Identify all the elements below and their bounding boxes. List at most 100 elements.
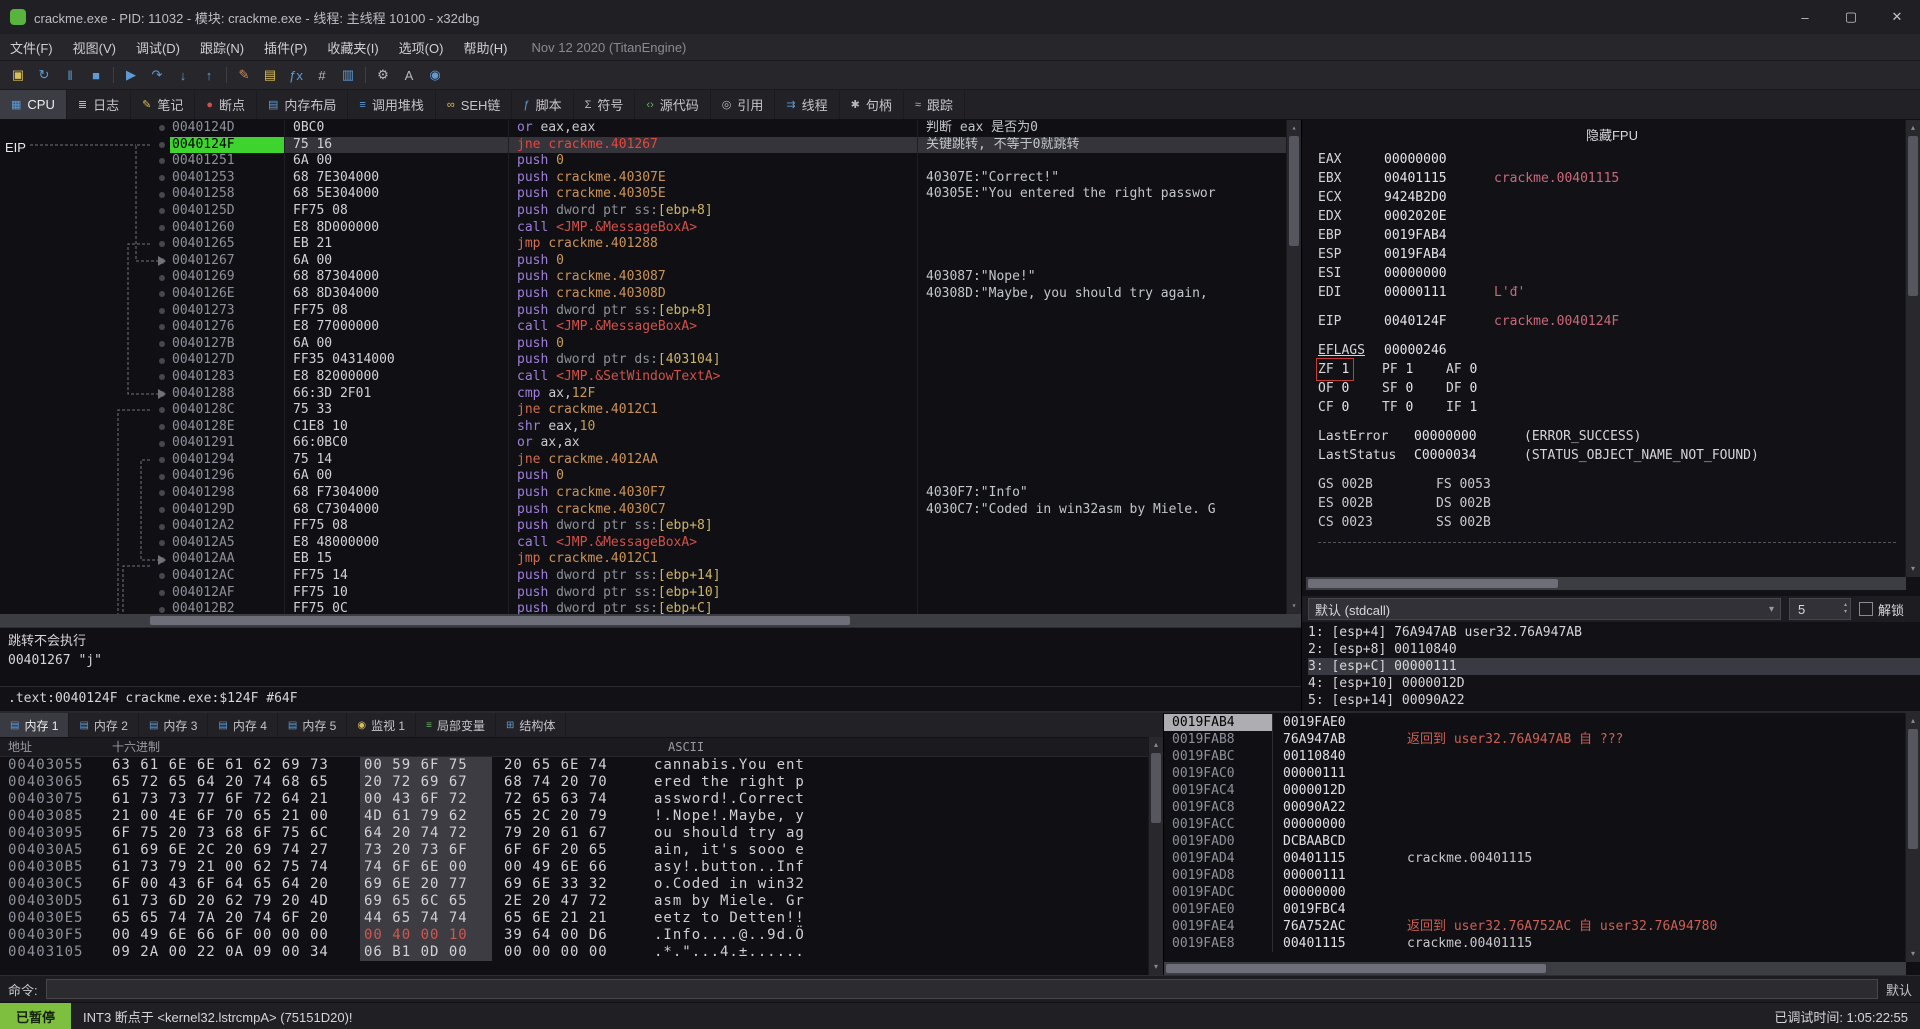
breakpoint-dot-icon[interactable] bbox=[159, 125, 165, 131]
menu-help[interactable]: 帮助(H) bbox=[453, 34, 517, 60]
breakpoint-gutter[interactable] bbox=[0, 170, 170, 187]
breakpoint-dot-icon[interactable] bbox=[159, 341, 165, 347]
menu-plugins[interactable]: 插件(P) bbox=[254, 34, 317, 60]
breakpoint-gutter[interactable] bbox=[0, 568, 170, 585]
breakpoint-dot-icon[interactable] bbox=[159, 192, 165, 198]
breakpoint-dot-icon[interactable] bbox=[159, 457, 165, 463]
hex-dump-row[interactable]: 004030E5 65 65 74 7A 20 74 6F 20 44 65 7… bbox=[0, 910, 1163, 927]
tab-memory-1[interactable]: ▤内存 1 bbox=[0, 713, 69, 737]
stack-row[interactable]: 0019FAC8 00090A22 bbox=[1164, 799, 1920, 816]
tab-symbols[interactable]: Σ符号 bbox=[574, 90, 636, 119]
cpu-flag[interactable]: AF 0 bbox=[1446, 360, 1510, 379]
breakpoint-gutter[interactable] bbox=[0, 269, 170, 286]
breakpoint-dot-icon[interactable] bbox=[159, 324, 165, 330]
scroll-down-icon[interactable]: ▾ bbox=[1906, 563, 1920, 575]
stack-row[interactable]: 0019FAB8 76A947AB 返回到 user32.76A947AB 自 … bbox=[1164, 731, 1920, 748]
arg-count-spinner[interactable]: 5 ▴▾ bbox=[1789, 598, 1851, 620]
disasm-row[interactable]: 00401291 66:0BC0 or ax,ax bbox=[0, 435, 1301, 452]
register-row[interactable]: EDX 0002020E bbox=[1318, 207, 1906, 226]
disasm-row[interactable]: 00401267 6A 00 push 0 bbox=[0, 253, 1301, 270]
scroll-down-icon[interactable]: ▾ bbox=[1149, 961, 1163, 973]
registers-vscrollbar[interactable]: ▴ ▾ bbox=[1905, 120, 1920, 577]
cpu-flag[interactable]: DF 0 bbox=[1446, 379, 1510, 398]
open-file-icon[interactable]: ▣ bbox=[6, 64, 30, 86]
disasm-row[interactable]: 0040127B 6A 00 push 0 bbox=[0, 336, 1301, 353]
register-row[interactable]: EDI 00000111 L'đ' bbox=[1318, 283, 1906, 302]
disasm-row[interactable]: 0040127D FF35 04314000 push dword ptr ds… bbox=[0, 352, 1301, 369]
tab-memory-5[interactable]: ▤内存 5 bbox=[278, 713, 347, 737]
tab-call-stack[interactable]: ≡调用堆栈 bbox=[348, 90, 435, 119]
registers-hscrollbar[interactable] bbox=[1306, 577, 1906, 590]
breakpoint-dot-icon[interactable] bbox=[159, 573, 165, 579]
scrollbar-thumb[interactable] bbox=[1908, 136, 1918, 296]
breakpoint-dot-icon[interactable] bbox=[159, 175, 165, 181]
disasm-row[interactable]: 004012A5 E8 48000000 call <JMP.&MessageB… bbox=[0, 535, 1301, 552]
breakpoint-gutter[interactable] bbox=[0, 220, 170, 237]
disasm-row[interactable]: 00401298 68 F7304000 push crackme.4030F7… bbox=[0, 485, 1301, 502]
scrollbar-thumb[interactable] bbox=[1308, 579, 1558, 588]
cpu-flag[interactable]: TF 0 bbox=[1382, 398, 1446, 417]
disasm-row[interactable]: 00401265 EB 21 jmp crackme.401288 bbox=[0, 236, 1301, 253]
stack-row[interactable]: 0019FAC0 00000111 bbox=[1164, 765, 1920, 782]
breakpoint-gutter[interactable] bbox=[0, 153, 170, 170]
breakpoint-dot-icon[interactable] bbox=[159, 490, 165, 496]
breakpoint-dot-icon[interactable] bbox=[159, 424, 165, 430]
disasm-row[interactable]: 00401283 E8 82000000 call <JMP.&SetWindo… bbox=[0, 369, 1301, 386]
disasm-row[interactable]: 00401258 68 5E304000 push crackme.40305E… bbox=[0, 186, 1301, 203]
scrollbar-thumb[interactable] bbox=[1289, 136, 1299, 246]
segment-register[interactable]: FS 0053 bbox=[1436, 475, 1554, 494]
hash-icon[interactable]: # bbox=[310, 64, 334, 86]
stack-row[interactable]: 0019FAB4 0019FAE0 bbox=[1164, 714, 1920, 731]
scroll-up-icon[interactable]: ▴ bbox=[1906, 122, 1920, 134]
segment-register[interactable]: ES 002B bbox=[1318, 494, 1436, 513]
scroll-down-icon[interactable]: ▾ bbox=[1906, 948, 1920, 960]
call-argument-row[interactable]: 1: [esp+4] 76A947AB user32.76A947AB bbox=[1308, 624, 1920, 641]
scrollbar-thumb[interactable] bbox=[1151, 753, 1161, 823]
breakpoint-gutter[interactable] bbox=[0, 419, 170, 436]
disasm-row[interactable]: 00401253 68 7E304000 push crackme.40307E… bbox=[0, 170, 1301, 187]
maximize-button[interactable]: ▢ bbox=[1828, 0, 1874, 34]
breakpoint-gutter[interactable] bbox=[0, 203, 170, 220]
breakpoint-gutter[interactable] bbox=[0, 186, 170, 203]
breakpoint-gutter[interactable] bbox=[0, 435, 170, 452]
stack-vscrollbar[interactable]: ▴ ▾ bbox=[1905, 713, 1920, 962]
call-argument-row[interactable]: 3: [esp+C] 00000111 bbox=[1308, 658, 1920, 675]
hex-dump-row[interactable]: 004030D5 61 73 6D 20 62 79 20 4D 69 65 6… bbox=[0, 893, 1163, 910]
register-row[interactable]: ESI 00000000 bbox=[1318, 264, 1906, 283]
breakpoint-gutter[interactable] bbox=[0, 253, 170, 270]
command-input[interactable] bbox=[46, 979, 1878, 999]
register-row[interactable]: EBP 0019FAB4 bbox=[1318, 226, 1906, 245]
segment-register[interactable]: SS 002B bbox=[1436, 513, 1554, 532]
disasm-row[interactable]: 0040124F 75 16 jne crackme.401267 关键跳转, … bbox=[0, 137, 1301, 154]
breakpoint-dot-icon[interactable] bbox=[159, 308, 165, 314]
spinner-arrows-icon[interactable]: ▴▾ bbox=[1844, 602, 1850, 616]
tab-cpu[interactable]: ▦CPU bbox=[0, 90, 67, 119]
unlock-checkbox[interactable]: 解锁 bbox=[1859, 600, 1904, 619]
breakpoint-dot-icon[interactable] bbox=[159, 607, 165, 613]
register-row[interactable]: EAX 00000000 bbox=[1318, 150, 1906, 169]
run-icon[interactable]: ▶ bbox=[119, 64, 143, 86]
close-button[interactable]: ✕ bbox=[1874, 0, 1920, 34]
disasm-row[interactable]: 0040124D 0BC0 or eax,eax 判断 eax 是否为0 bbox=[0, 120, 1301, 137]
command-profile-label[interactable]: 默认 bbox=[1886, 980, 1912, 999]
minimize-button[interactable]: – bbox=[1782, 0, 1828, 34]
breakpoint-gutter[interactable] bbox=[0, 319, 170, 336]
breakpoint-dot-icon[interactable] bbox=[159, 142, 165, 148]
breakpoint-gutter[interactable] bbox=[0, 336, 170, 353]
scrollbar-thumb[interactable] bbox=[150, 616, 850, 625]
stack-row[interactable]: 0019FAD4 00401115 crackme.00401115 bbox=[1164, 850, 1920, 867]
tab-struct[interactable]: ⊞结构体 bbox=[496, 713, 566, 737]
breakpoint-gutter[interactable] bbox=[0, 386, 170, 403]
hex-dump-row[interactable]: 004030A5 61 69 6E 2C 20 69 74 27 73 20 7… bbox=[0, 842, 1163, 859]
menu-view[interactable]: 视图(V) bbox=[63, 34, 126, 60]
tab-log[interactable]: ≣日志 bbox=[67, 90, 131, 119]
tab-locals[interactable]: ≡局部变量 bbox=[416, 713, 496, 737]
breakpoint-gutter[interactable] bbox=[0, 551, 170, 568]
disasm-row[interactable]: 0040129D 68 C7304000 push crackme.4030C7… bbox=[0, 502, 1301, 519]
stack-row[interactable]: 0019FAC4 0000012D bbox=[1164, 782, 1920, 799]
stack-row[interactable]: 0019FACC 00000000 bbox=[1164, 816, 1920, 833]
menu-debug[interactable]: 调试(D) bbox=[126, 34, 190, 60]
disasm-row[interactable]: 0040126E 68 8D304000 push crackme.40308D… bbox=[0, 286, 1301, 303]
breakpoint-dot-icon[interactable] bbox=[159, 391, 165, 397]
menu-trace[interactable]: 跟踪(N) bbox=[190, 34, 254, 60]
